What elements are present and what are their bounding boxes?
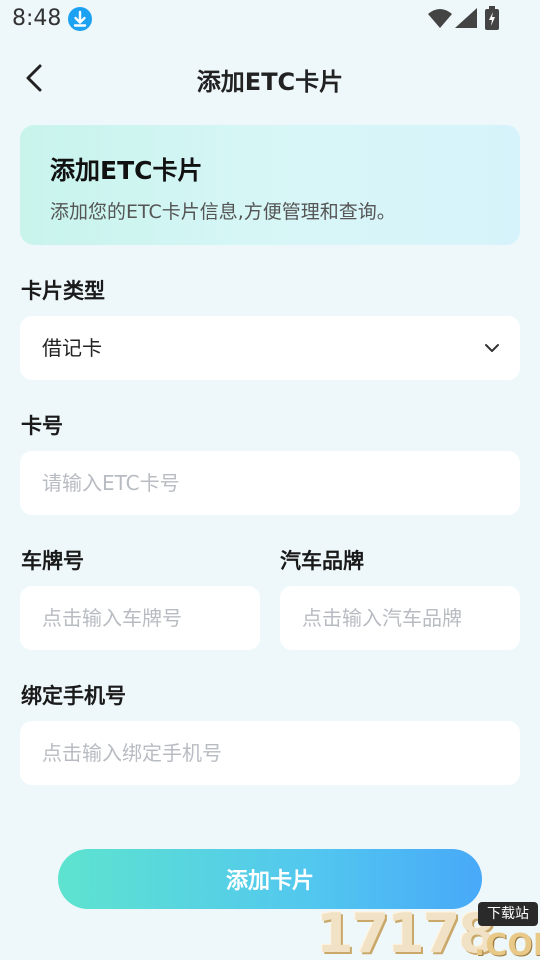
watermark-logo: 17178 下载站 .COM <box>316 900 540 960</box>
card-number-label: 卡号 <box>21 414 63 438</box>
brand-field-box <box>280 586 520 650</box>
page-title: 添加ETC卡片 <box>196 68 344 96</box>
wifi-icon <box>428 8 452 32</box>
signal-icon <box>455 8 477 32</box>
status-time: 8:48 <box>12 6 62 31</box>
card-type-select[interactable]: 借记卡 <box>20 316 520 380</box>
watermark-suffix: .COM <box>474 928 540 960</box>
watermark-digits: 17178 <box>316 902 496 960</box>
plate-input[interactable] <box>42 586 238 650</box>
phone-input[interactable] <box>42 721 498 785</box>
battery-icon <box>485 6 499 34</box>
watermark-badge: 下载站 <box>478 902 538 926</box>
add-etc-card-screen: 8:48 添加ETC卡片 添加ETC卡片 添加您的ETC卡片信息,方便管理和查询… <box>0 0 540 960</box>
plate-label: 车牌号 <box>21 549 84 573</box>
banner-description: 添加您的ETC卡片信息,方便管理和查询。 <box>50 201 396 223</box>
phone-field-box <box>20 721 520 785</box>
download-icon <box>68 7 92 31</box>
status-bar: 8:48 <box>0 0 540 38</box>
card-type-value: 借记卡 <box>42 336 102 360</box>
card-number-field-box <box>20 451 520 515</box>
brand-label: 汽车品牌 <box>280 549 364 573</box>
chevron-down-icon <box>485 344 499 352</box>
banner-title: 添加ETC卡片 <box>50 156 203 185</box>
card-number-input[interactable] <box>42 451 498 515</box>
nav-bar: 添加ETC卡片 <box>0 46 540 110</box>
brand-input[interactable] <box>302 586 498 650</box>
info-banner: 添加ETC卡片 添加您的ETC卡片信息,方便管理和查询。 <box>20 125 520 245</box>
card-type-label: 卡片类型 <box>21 279 105 303</box>
plate-field-box <box>20 586 260 650</box>
phone-label: 绑定手机号 <box>21 684 126 708</box>
